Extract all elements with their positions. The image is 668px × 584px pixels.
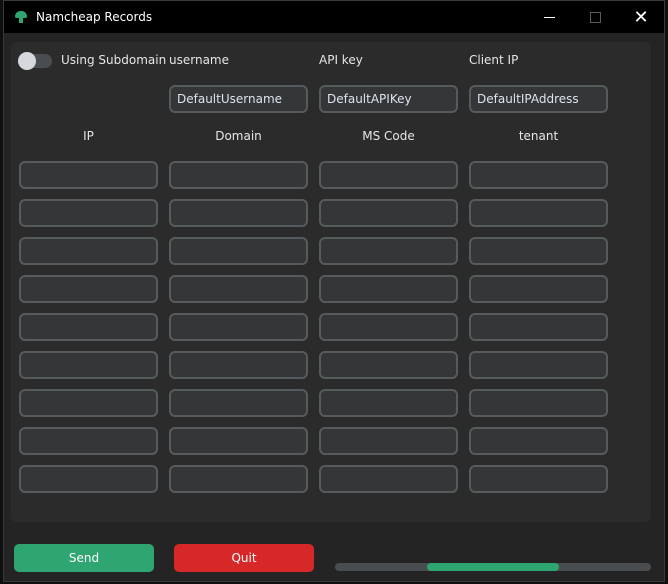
ip-input[interactable] xyxy=(19,275,158,303)
client-ip-label: Client IP xyxy=(469,53,519,67)
username-input[interactable] xyxy=(169,85,308,113)
tenant-input[interactable] xyxy=(469,313,608,341)
progress-bar xyxy=(335,563,651,571)
domain-input[interactable] xyxy=(169,199,308,227)
column-header-ms-code: MS Code xyxy=(362,129,415,143)
maximize-icon xyxy=(589,11,601,23)
window-title: Namcheap Records xyxy=(36,10,153,24)
domain-input[interactable] xyxy=(169,351,308,379)
ip-input[interactable] xyxy=(19,351,158,379)
subdomain-switch-label: Using Subdomain xyxy=(61,53,167,67)
ms-code-input[interactable] xyxy=(319,389,458,417)
domain-input[interactable] xyxy=(169,465,308,493)
domain-input[interactable] xyxy=(169,313,308,341)
ip-input[interactable] xyxy=(19,313,158,341)
ms-code-input[interactable] xyxy=(319,351,458,379)
tenant-input[interactable] xyxy=(469,275,608,303)
tenant-input[interactable] xyxy=(469,199,608,227)
ip-input[interactable] xyxy=(19,389,158,417)
tenant-input[interactable] xyxy=(469,351,608,379)
send-button[interactable]: Send xyxy=(14,544,154,572)
minimize-button[interactable] xyxy=(526,1,572,33)
domain-input[interactable] xyxy=(169,237,308,265)
tenant-input[interactable] xyxy=(469,465,608,493)
ms-code-input[interactable] xyxy=(319,161,458,189)
domain-input[interactable] xyxy=(169,161,308,189)
username-label: username xyxy=(169,53,229,67)
tenant-input[interactable] xyxy=(469,427,608,455)
domain-input[interactable] xyxy=(169,389,308,417)
title-bar[interactable]: Namcheap Records ✕ xyxy=(4,1,664,33)
api-key-input[interactable] xyxy=(319,85,458,113)
ip-input[interactable] xyxy=(19,465,158,493)
column-header-domain: Domain xyxy=(215,129,262,143)
close-button[interactable]: ✕ xyxy=(618,1,664,33)
quit-button[interactable]: Quit xyxy=(174,544,314,572)
subdomain-switch[interactable] xyxy=(18,52,52,70)
ms-code-input[interactable] xyxy=(319,275,458,303)
progress-fill xyxy=(426,563,560,571)
close-icon: ✕ xyxy=(633,6,649,28)
domain-input[interactable] xyxy=(169,275,308,303)
maximize-button[interactable] xyxy=(572,1,618,33)
ms-code-input[interactable] xyxy=(319,237,458,265)
tenant-input[interactable] xyxy=(469,389,608,417)
ms-code-input[interactable] xyxy=(319,313,458,341)
minimize-icon xyxy=(543,16,555,18)
ms-code-input[interactable] xyxy=(319,465,458,493)
api-key-label: API key xyxy=(319,53,363,67)
column-header-ip: IP xyxy=(83,129,94,143)
tenant-input[interactable] xyxy=(469,237,608,265)
column-header-tenant: tenant xyxy=(518,129,559,143)
ip-input[interactable] xyxy=(19,427,158,455)
domain-input[interactable] xyxy=(169,427,308,455)
switch-knob xyxy=(18,52,36,70)
tenant-input[interactable] xyxy=(469,161,608,189)
client-ip-input[interactable] xyxy=(469,85,608,113)
ms-code-input[interactable] xyxy=(319,199,458,227)
ip-input[interactable] xyxy=(19,161,158,189)
ip-input[interactable] xyxy=(19,237,158,265)
ip-input[interactable] xyxy=(19,199,158,227)
app-icon xyxy=(14,10,28,24)
ms-code-input[interactable] xyxy=(319,427,458,455)
